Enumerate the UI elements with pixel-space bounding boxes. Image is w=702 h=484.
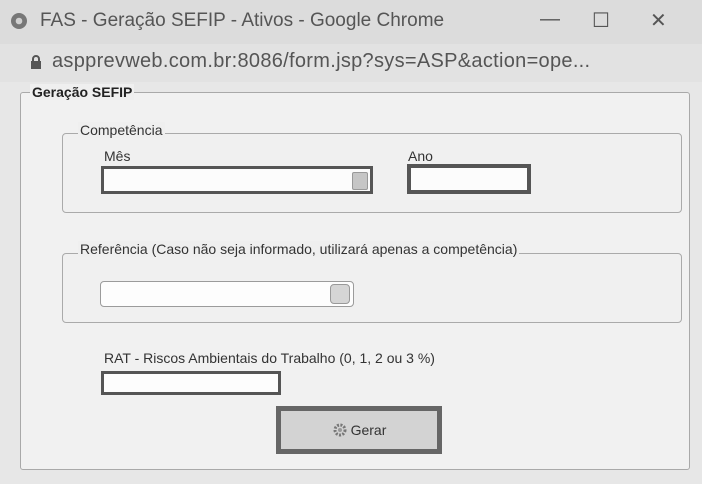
mes-label: Mês — [104, 148, 131, 164]
url-text[interactable]: aspprevweb.com.br:8086/form.jsp?sys=ASP&… — [52, 50, 590, 73]
chrome-icon — [11, 13, 27, 29]
form-title: Geração SEFIP — [30, 84, 135, 100]
referencia-legend: Referência (Caso não seja informado, uti… — [78, 241, 520, 257]
gerar-button[interactable]: Gerar — [276, 406, 442, 454]
referencia-select[interactable] — [100, 281, 354, 307]
mes-select[interactable] — [101, 166, 373, 194]
chevron-down-icon[interactable] — [330, 284, 350, 304]
gerar-button-label: Gerar — [350, 422, 387, 438]
rat-label: RAT - Riscos Ambientais do Trabalho (0, … — [104, 350, 435, 366]
ano-input[interactable] — [407, 164, 531, 194]
ano-label: Ano — [408, 148, 433, 164]
minimize-button[interactable]: — — [540, 8, 560, 31]
close-button[interactable]: ✕ — [650, 8, 667, 33]
window-titlebar: FAS - Geração SEFIP - Ativos - Google Ch… — [0, 0, 702, 44]
chevron-down-icon[interactable] — [352, 172, 368, 190]
rat-input[interactable] — [101, 371, 281, 395]
gear-icon — [333, 423, 347, 437]
lock-icon — [31, 55, 41, 69]
maximize-button[interactable]: ☐ — [592, 8, 610, 33]
window-title: FAS - Geração SEFIP - Ativos - Google Ch… — [40, 10, 445, 31]
competencia-legend: Competência — [78, 122, 165, 138]
address-bar[interactable]: aspprevweb.com.br:8086/form.jsp?sys=ASP&… — [0, 44, 702, 82]
